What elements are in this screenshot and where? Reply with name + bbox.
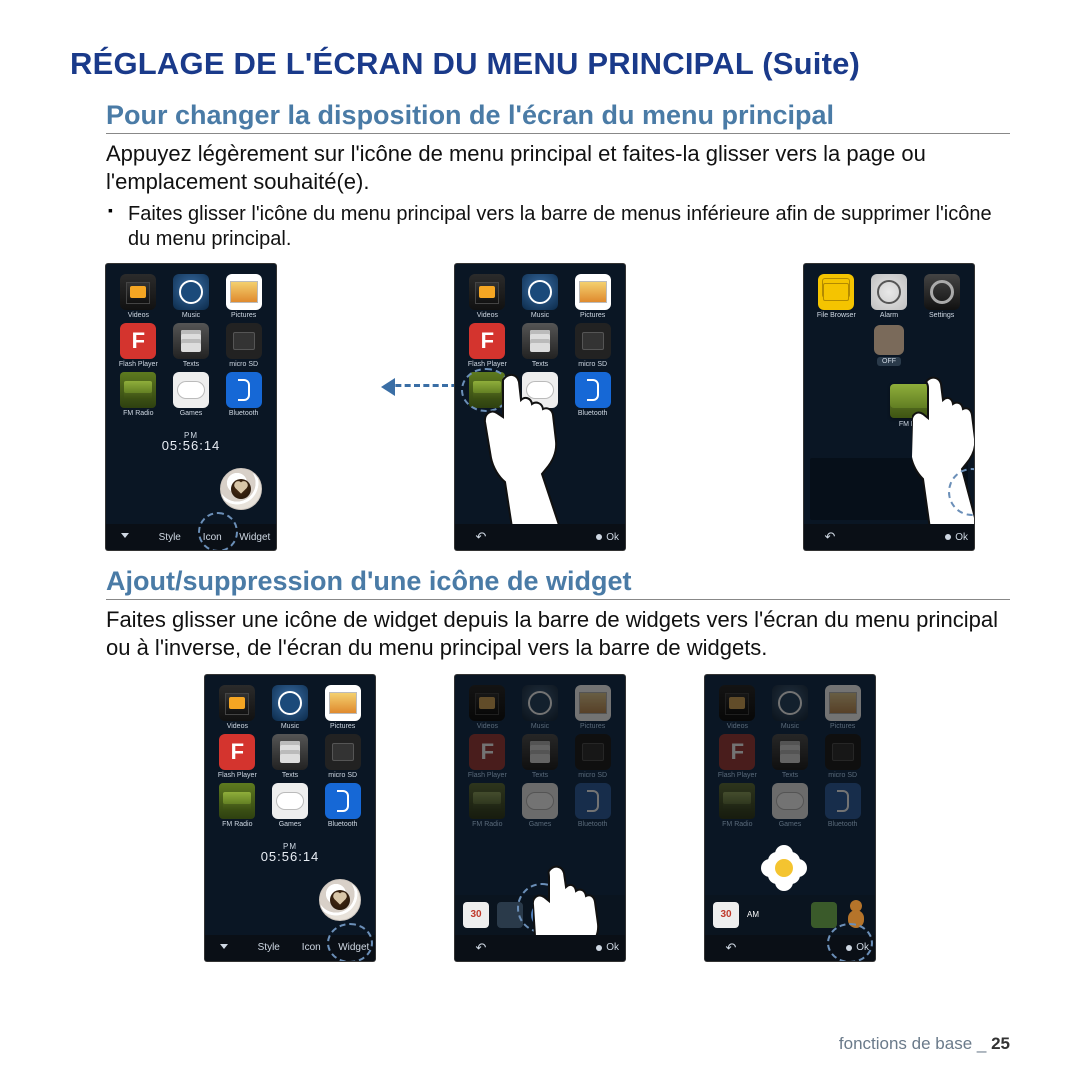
off-badge: OFF <box>877 357 901 366</box>
highlight-circle-icon <box>198 512 238 550</box>
phone-screenshot-3: File Browser Alarm Settings OFF FM Radio… <box>804 264 974 550</box>
calendar-widget: 30 <box>463 902 489 928</box>
highlight-circle-drag-widget <box>517 883 567 933</box>
phone-screenshot-1: Videos Music Pictures FFlash Player Text… <box>106 264 276 550</box>
phone-screenshot-6: Videos Music Pictures FFlash Player Text… <box>705 675 875 961</box>
phone-screenshot-5: Videos Music Pictures FFlash Player Text… <box>455 675 625 961</box>
highlight-circle-ok <box>827 923 873 961</box>
coffee-widget <box>220 468 266 514</box>
section1-body: Appuyez légèrement sur l'icône de menu p… <box>106 140 1010 196</box>
figure-row-2: Videos Music Pictures FFlash Player Text… <box>106 675 974 961</box>
section2-body: Faites glisser une icône de widget depui… <box>106 606 1010 662</box>
back-icon[interactable]: ↶ <box>711 940 751 956</box>
figure-row-1: Videos Music Pictures FFlash Player Text… <box>106 264 974 550</box>
section1-heading: Pour changer la disposition de l'écran d… <box>106 100 1010 134</box>
phone-screenshot-2: Videos Music Pictures FFlash Player Text… <box>455 264 625 550</box>
back-icon[interactable]: ↶ <box>810 529 850 545</box>
page-footer: fonctions de base _ 25 <box>839 1034 1010 1054</box>
cat-widget <box>874 325 904 355</box>
section2-heading: Ajout/suppression d'une icône de widget <box>106 566 1010 600</box>
page-title: RÉGLAGE DE L'ÉCRAN DU MENU PRINCIPAL (Su… <box>70 46 1010 82</box>
highlight-circle-radio <box>461 368 511 412</box>
flower-widget <box>761 845 807 891</box>
radio-widget <box>890 384 938 418</box>
section1-bullet: Faites glisser l'icône du menu principal… <box>106 202 1010 252</box>
phone-screenshot-4: Videos Music Pictures FFlash Player Text… <box>205 675 375 961</box>
highlight-circle-widget <box>327 923 373 961</box>
back-icon[interactable]: ↶ <box>461 940 501 956</box>
back-icon[interactable]: ↶ <box>461 529 501 545</box>
